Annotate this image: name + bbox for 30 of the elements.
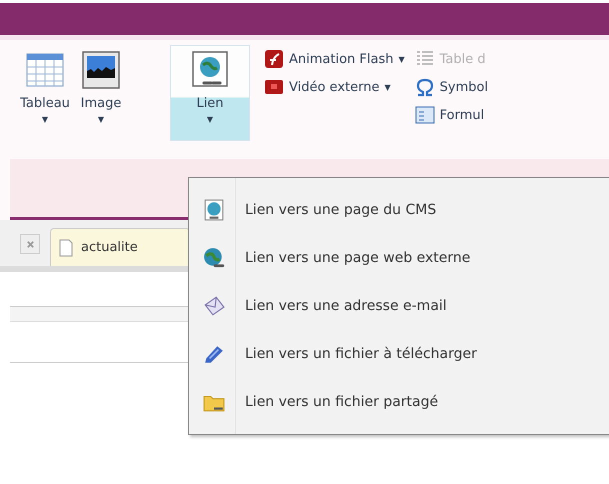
caret-icon: ▼	[98, 115, 104, 124]
ribbon-small-button[interactable]: Symbol	[414, 73, 488, 101]
ribbon-small-button[interactable]: Vidéo externe ▼	[264, 73, 405, 101]
caret-icon: ▼	[206, 115, 214, 124]
close-icon	[26, 240, 34, 248]
flash-icon	[264, 49, 284, 69]
menu-item[interactable]: Lien vers un fichier à télécharger	[189, 330, 609, 378]
caret-icon: ▼	[398, 54, 405, 64]
globe-link-icon	[190, 50, 230, 90]
ribbon-button[interactable]: Lien ▼	[170, 45, 250, 141]
ribbon-button[interactable]: Tableau ▼	[18, 45, 72, 141]
ribbon-small-button[interactable]: Formul	[414, 101, 488, 129]
menu-item[interactable]: Lien vers une adresse e-mail	[189, 282, 609, 330]
ribbon-button[interactable]: Image ▼	[74, 45, 128, 141]
caret-icon: ▼	[42, 115, 48, 124]
menu-item[interactable]: Lien vers une page du CMS	[189, 186, 609, 234]
form-icon	[414, 105, 435, 125]
globe-page-icon	[203, 199, 225, 221]
video-icon	[264, 77, 284, 97]
close-button[interactable]	[20, 234, 40, 254]
ribbon-small-button[interactable]: Animation Flash ▼	[264, 45, 405, 73]
image-icon	[81, 50, 121, 90]
envelope-icon	[203, 295, 225, 317]
menu-item[interactable]: Lien vers une page web externe	[189, 234, 609, 282]
document-tab[interactable]: actualite	[50, 228, 190, 266]
page-icon	[59, 238, 73, 256]
omega-icon	[414, 77, 435, 97]
caret-icon: ▼	[384, 82, 391, 92]
globe-icon	[203, 247, 225, 269]
menu-item[interactable]: Lien vers un fichier partagé	[189, 378, 609, 426]
